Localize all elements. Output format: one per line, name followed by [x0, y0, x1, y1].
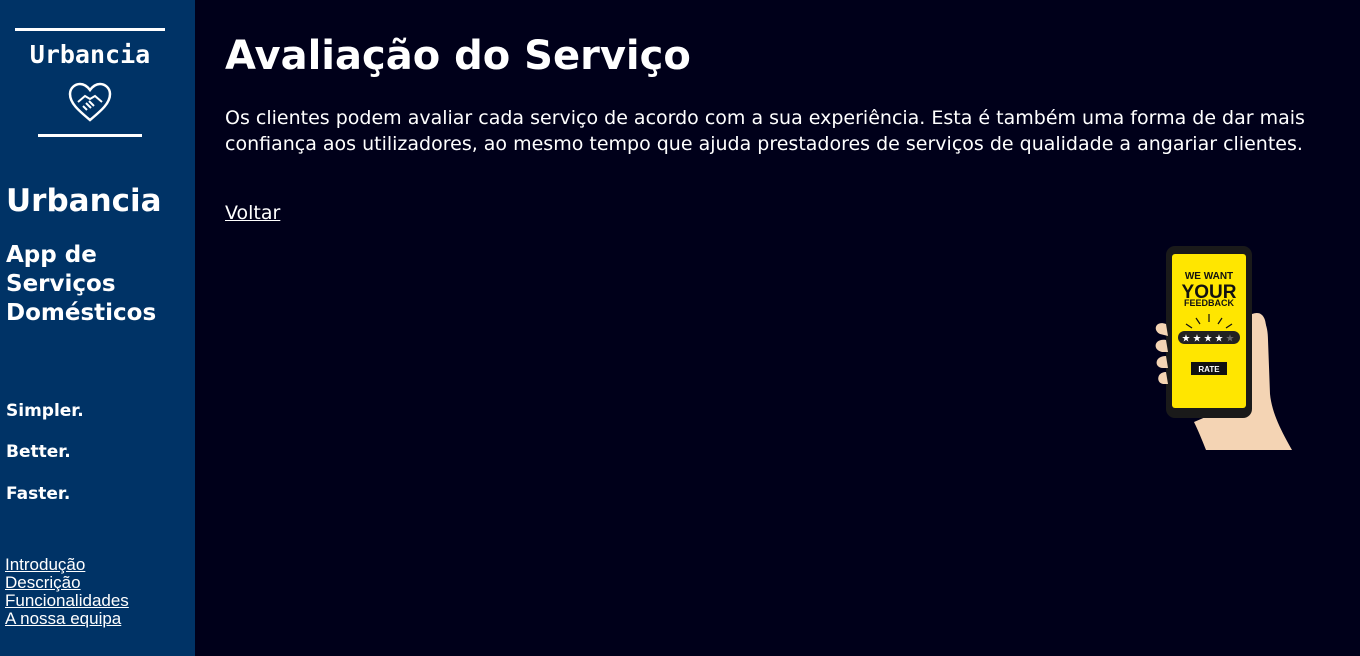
rating-stars: ★ ★ ★ ★ ★ — [1182, 334, 1235, 345]
rate-button-label: RATE — [1198, 365, 1220, 374]
nav-link-introducao[interactable]: Introdução — [5, 556, 129, 574]
page-description: Os clientes podem avaliar cada serviço d… — [225, 107, 1305, 155]
brand-name: Urbancia — [6, 183, 162, 219]
slogan-simpler: Simpler. — [6, 401, 84, 421]
star-icon: ★ — [1226, 334, 1235, 345]
logo-bottom-rule — [38, 134, 142, 137]
tagline: App de Serviços Domésticos — [6, 242, 157, 326]
slogan-faster: Faster. — [6, 484, 71, 504]
sidebar-nav: Introdução Descrição Funcionalidades A n… — [5, 556, 129, 628]
nav-link-equipa[interactable]: A nossa equipa — [5, 610, 129, 628]
logo-text: Urbancia — [29, 40, 151, 69]
feedback-phone-image: WE WANT YOUR FEEDBACK ★ ★ ★ ★ ★ RATE — [1155, 246, 1292, 450]
star-icon: ★ — [1182, 334, 1191, 345]
nav-link-descricao[interactable]: Descrição — [5, 574, 129, 592]
sidebar: Urbancia Urbancia App de Serviços Domést… — [0, 0, 195, 656]
back-link[interactable]: Voltar — [225, 201, 280, 226]
star-icon: ★ — [1215, 334, 1224, 345]
logo: Urbancia — [15, 28, 165, 140]
star-icon: ★ — [1193, 334, 1202, 345]
feedback-text-line1: WE WANT — [1185, 271, 1233, 282]
page-title: Avaliação do Serviço — [225, 33, 691, 79]
feedback-text-line3: FEEDBACK — [1184, 298, 1235, 308]
slogan-better: Better. — [6, 442, 71, 462]
nav-link-funcionalidades[interactable]: Funcionalidades — [5, 592, 129, 610]
star-icon: ★ — [1204, 334, 1213, 345]
heart-handshake-icon — [68, 82, 112, 122]
logo-top-rule — [15, 28, 165, 31]
